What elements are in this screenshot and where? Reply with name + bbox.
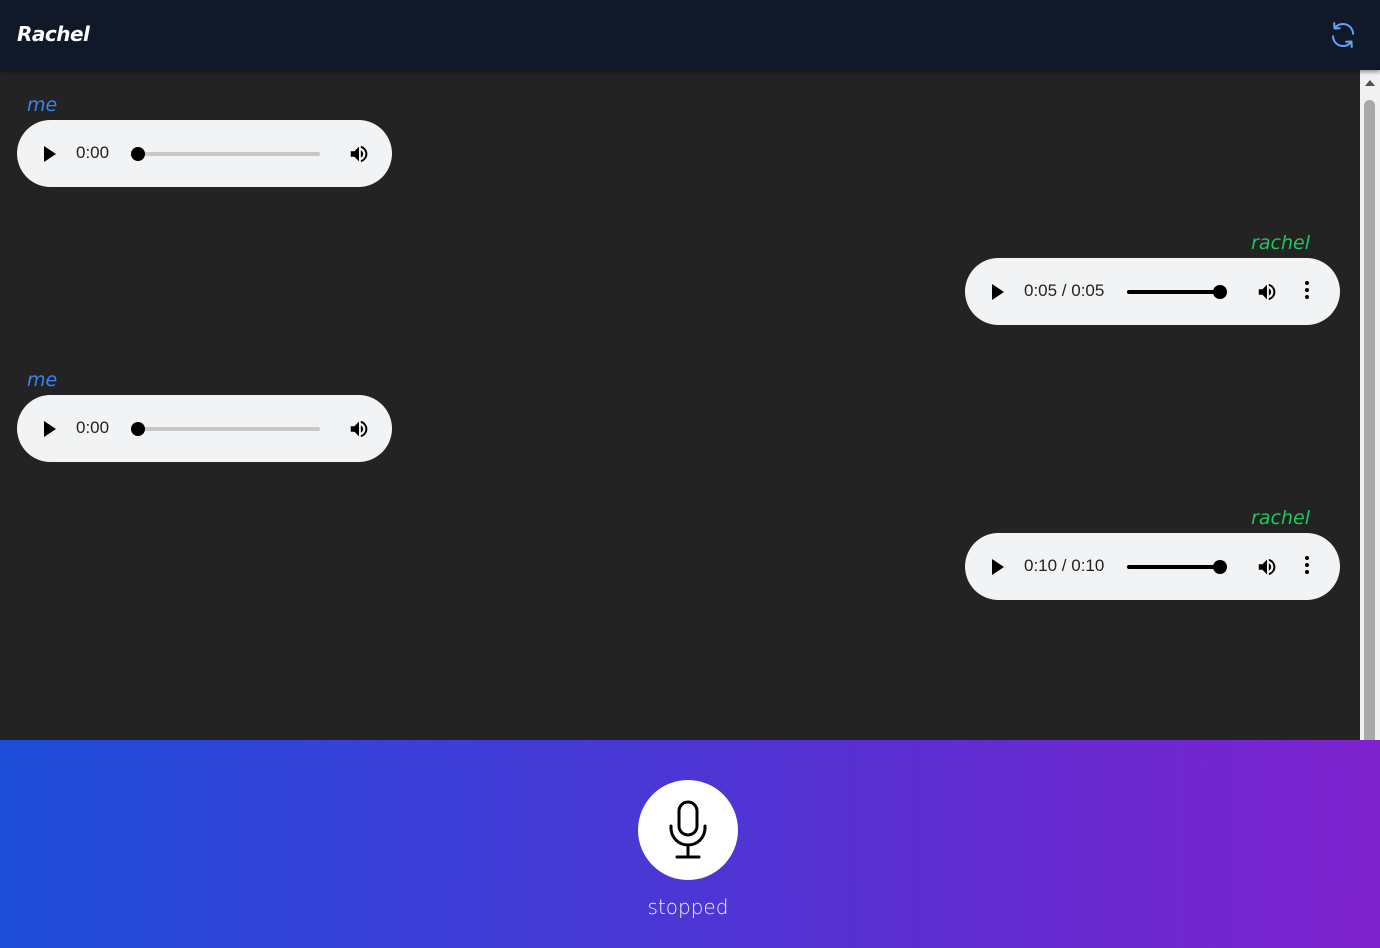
message-list[interactable]: me 0:00 rachel 0:05 / 0:05 me 0:00 rache… (0, 70, 1360, 740)
seek-knob[interactable] (131, 147, 145, 161)
audio-time: 0:00 (76, 143, 110, 162)
sender-label-me: me (27, 369, 58, 391)
audio-time: 0:05 / 0:05 (1024, 281, 1105, 300)
microphone-icon (669, 800, 707, 859)
seek-bar[interactable] (131, 422, 320, 436)
seek-knob[interactable] (1213, 560, 1227, 574)
seek-bar[interactable] (1127, 560, 1227, 574)
scroll-up-arrow-icon[interactable] (1365, 80, 1375, 86)
seek-bar[interactable] (131, 147, 320, 161)
sender-label-me: me (27, 94, 58, 116)
audio-player[interactable]: 0:00 (17, 395, 392, 462)
contact-name: Rachel (17, 22, 90, 46)
play-icon[interactable] (992, 284, 1004, 300)
volume-icon[interactable] (348, 143, 370, 165)
audio-time: 0:10 / 0:10 (1024, 556, 1105, 575)
header-bar: Rachel (0, 0, 1380, 70)
audio-player[interactable]: 0:05 / 0:05 (965, 258, 1340, 325)
volume-icon[interactable] (348, 418, 370, 440)
volume-icon[interactable] (1256, 556, 1278, 578)
recording-status: stopped (647, 895, 729, 919)
more-options-icon[interactable] (1304, 556, 1310, 578)
seek-bar[interactable] (1127, 285, 1227, 299)
audio-time: 0:00 (76, 418, 110, 437)
seek-bar-fill (1127, 565, 1220, 569)
play-icon[interactable] (44, 146, 56, 162)
recorder-bar: stopped (0, 740, 1380, 948)
sender-label-rachel: rachel (1251, 507, 1310, 529)
app: Rachel me 0:00 rachel 0:05 / 0:05 me 0:0… (0, 0, 1380, 948)
record-button[interactable] (638, 780, 738, 880)
scrollbar-thumb[interactable] (1364, 100, 1375, 740)
seek-knob[interactable] (131, 422, 145, 436)
audio-player[interactable]: 0:10 / 0:10 (965, 533, 1340, 600)
audio-player[interactable]: 0:00 (17, 120, 392, 187)
volume-icon[interactable] (1256, 281, 1278, 303)
sender-label-rachel: rachel (1251, 232, 1310, 254)
scrollbar[interactable] (1360, 70, 1380, 740)
play-icon[interactable] (992, 559, 1004, 575)
play-icon[interactable] (44, 421, 56, 437)
seek-bar-fill (1127, 290, 1220, 294)
seek-knob[interactable] (1213, 285, 1227, 299)
refresh-icon[interactable] (1328, 20, 1358, 50)
more-options-icon[interactable] (1304, 281, 1310, 303)
